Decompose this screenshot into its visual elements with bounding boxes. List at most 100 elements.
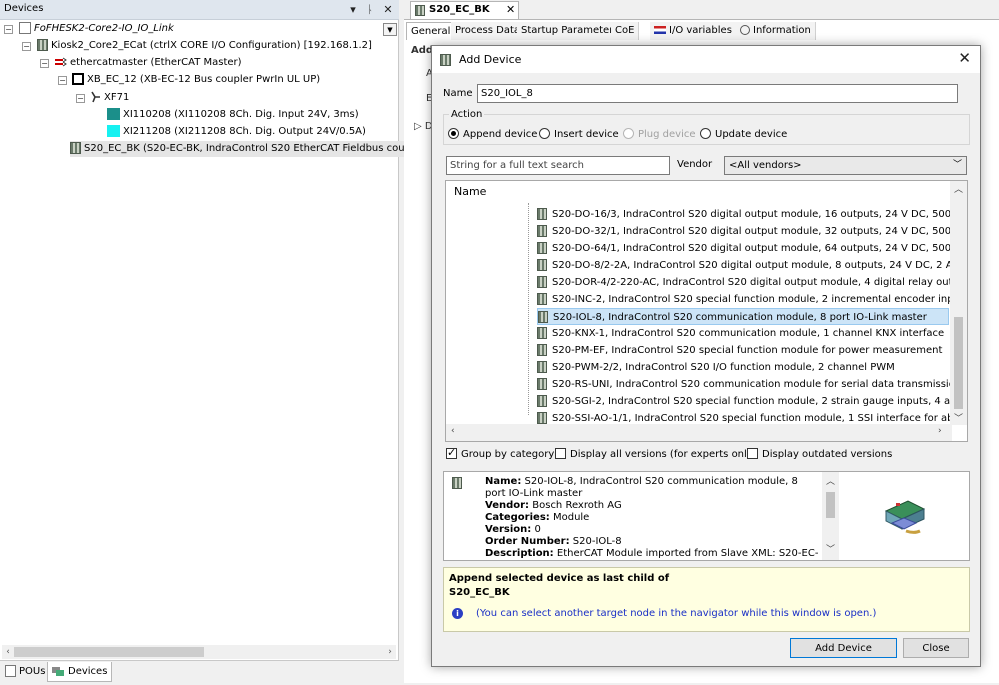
device-icon (537, 242, 547, 254)
scrollbar-thumb[interactable] (14, 647, 204, 657)
device-icon (538, 311, 548, 323)
tab-information[interactable]: Information (736, 22, 816, 40)
device-list-item[interactable]: S20-DOR-4/2-220-AC, IndraControl S20 dig… (525, 274, 955, 291)
info-icon: i (452, 608, 463, 619)
collapse-icon[interactable]: − (40, 59, 49, 68)
dialog-titlebar: Add Device ✕ (432, 46, 980, 73)
devices-pane: Devices ▾ ᚿ ✕ ▼ − FoFHESK2-Core2-IO_IO_L… (0, 0, 432, 683)
info-vertical-scrollbar[interactable]: ︿ ﹀ (822, 472, 839, 560)
device-icon (537, 344, 547, 356)
tab-general[interactable]: General (406, 22, 456, 40)
connector-icon (90, 91, 101, 103)
device-icon (537, 208, 547, 220)
tree-node-kiosk[interactable]: Kiosk2_Core2_ECat (ctrlX CORE I/O Config… (37, 38, 372, 54)
tree-node-xb-ec-12[interactable]: XB_EC_12 (XB-EC-12 Bus coupler PwrIn UL … (72, 72, 320, 88)
tree-node-s20-ec-bk[interactable]: S20_EC_BK (S20-EC-BK, IndraControl S20 E… (70, 141, 432, 157)
tree-node-ethercatmaster[interactable]: ethercatmaster (EtherCAT Master) (54, 55, 242, 71)
name-label: Name (443, 88, 473, 99)
collapse-icon[interactable]: − (4, 25, 13, 34)
device-list-item[interactable]: S20-DO-8/2-2A, IndraControl S20 digital … (525, 257, 955, 274)
device-list-item[interactable]: S20-PM-EF, IndraControl S20 special func… (525, 342, 955, 359)
tab-process-data[interactable]: Process Data (451, 22, 525, 40)
list-horizontal-scrollbar[interactable]: ‹ › (446, 424, 952, 441)
tree-node-xi110208[interactable]: XI110208 (XI110208 8Ch. Dig. Input 24V, … (107, 107, 359, 123)
checkbox-display-all-versions[interactable]: Display all versions (for experts only) (555, 448, 757, 462)
device-icon (537, 327, 547, 339)
scroll-down-icon[interactable]: ﹀ (954, 411, 963, 424)
vendor-select[interactable]: <All vendors> ﹀ (724, 156, 967, 175)
collapse-icon[interactable]: − (22, 42, 31, 51)
scroll-left-icon[interactable]: ‹ (451, 426, 455, 436)
scroll-right-icon[interactable]: › (384, 645, 396, 659)
device-icon (537, 225, 547, 237)
tab-pous[interactable]: POUs (2, 662, 49, 682)
device-name-input[interactable] (477, 84, 958, 103)
pin-icon[interactable]: ᚿ (363, 2, 377, 17)
device-list-item[interactable]: S20-DO-16/3, IndraControl S20 digital ou… (525, 206, 955, 223)
add-device-button[interactable]: Add Device (790, 638, 897, 658)
information-icon (740, 25, 750, 35)
device-list-item[interactable]: S20-DO-64/1, IndraControl S20 digital ou… (525, 240, 955, 257)
radio-append-device[interactable]: Append device (448, 128, 537, 142)
radio-insert-device[interactable]: Insert device (539, 128, 619, 142)
hint-target-node: S20_EC_BK (449, 587, 510, 598)
add-device-dialog: Add Device ✕ Name Action Append device I… (431, 45, 981, 667)
tree-node-xi211208[interactable]: XI211208 (XI211208 8Ch. Dig. Output 24V/… (107, 124, 366, 140)
close-tab-icon[interactable]: ✕ (506, 3, 515, 16)
collapse-icon[interactable]: − (76, 94, 85, 103)
device-icon (70, 142, 81, 154)
device-list-item[interactable]: S20-KNX-1, IndraControl S20 communicatio… (525, 325, 955, 342)
checkbox-unchecked-icon (555, 448, 566, 459)
device-list-item[interactable]: S20-RS-UNI, IndraControl S20 communicati… (525, 376, 955, 393)
tree-horizontal-scrollbar[interactable]: ‹ › (2, 645, 396, 659)
dialog-title: Add Device (459, 53, 522, 66)
list-column-header: Name (454, 185, 487, 198)
bottom-tab-strip: POUs Devices (0, 660, 399, 683)
tree-node-xf71[interactable]: XF71 (90, 90, 129, 106)
scroll-up-icon[interactable]: ︿ (826, 474, 835, 487)
full-text-search-input[interactable] (446, 156, 670, 175)
checkbox-checked-icon (446, 446, 457, 459)
tree-dropdown-icon[interactable]: ▼ (383, 23, 397, 36)
scroll-up-icon[interactable]: ︿ (954, 182, 963, 195)
device-info-panel: Name: S20-IOL-8, IndraControl S20 commun… (443, 471, 970, 561)
device-icon (415, 5, 425, 16)
tree-node-project[interactable]: FoFHESK2-Core2-IO_IO_Link (19, 21, 174, 37)
bg-expander: ▷ D (414, 121, 433, 132)
tab-devices[interactable]: Devices (47, 662, 113, 682)
close-button[interactable]: Close (903, 638, 969, 658)
scrollbar-thumb[interactable] (826, 492, 835, 518)
tab-io-variables[interactable]: I/O variables (650, 22, 737, 40)
scroll-down-icon[interactable]: ﹀ (826, 542, 835, 555)
doc-tab-s20-ec-bk[interactable]: S20_EC_BK ✕ (410, 1, 519, 19)
checkbox-group-by-category[interactable]: Group by category (446, 446, 554, 462)
device-list-item[interactable]: S20-IOL-8, IndraControl S20 communicatio… (537, 308, 949, 325)
device-image (844, 475, 967, 557)
device-icon (452, 477, 462, 489)
pane-menu-icon[interactable]: ▾ (346, 2, 360, 17)
radio-update-device[interactable]: Update device (700, 128, 787, 142)
close-dialog-icon[interactable]: ✕ (958, 49, 971, 67)
coupler-icon (72, 73, 84, 85)
device-list-item[interactable]: S20-SGI-2, IndraControl S20 special func… (525, 393, 955, 410)
list-vertical-scrollbar[interactable]: ︿ ﹀ (950, 181, 967, 425)
device-list-item[interactable]: S20-INC-2, IndraControl S20 special func… (525, 291, 955, 308)
device-list-item[interactable]: S20-DO-32/1, IndraControl S20 digital ou… (525, 223, 955, 240)
project-icon (19, 22, 31, 34)
radio-unchecked-icon (539, 128, 550, 139)
ethercat-icon (54, 56, 67, 68)
tab-startup-parameters[interactable]: Startup Parameters (517, 22, 624, 40)
devices-pane-title: Devices (4, 3, 44, 14)
collapse-icon[interactable]: − (58, 76, 67, 85)
append-hint-panel: Append selected device as last child of … (443, 567, 970, 632)
device-list-item[interactable]: S20-PWM-2/2, IndraControl S20 I/O functi… (525, 359, 955, 376)
checkbox-display-outdated-versions[interactable]: Display outdated versions (747, 448, 892, 462)
radio-unchecked-icon (700, 128, 711, 139)
io-variables-icon (654, 26, 666, 34)
close-pane-icon[interactable]: ✕ (381, 2, 395, 17)
scroll-left-icon[interactable]: ‹ (2, 645, 14, 659)
scrollbar-thumb[interactable] (954, 317, 963, 409)
device-picture-icon (884, 500, 926, 534)
scroll-right-icon[interactable]: › (938, 426, 942, 436)
tab-coe[interactable]: CoE (611, 22, 640, 40)
